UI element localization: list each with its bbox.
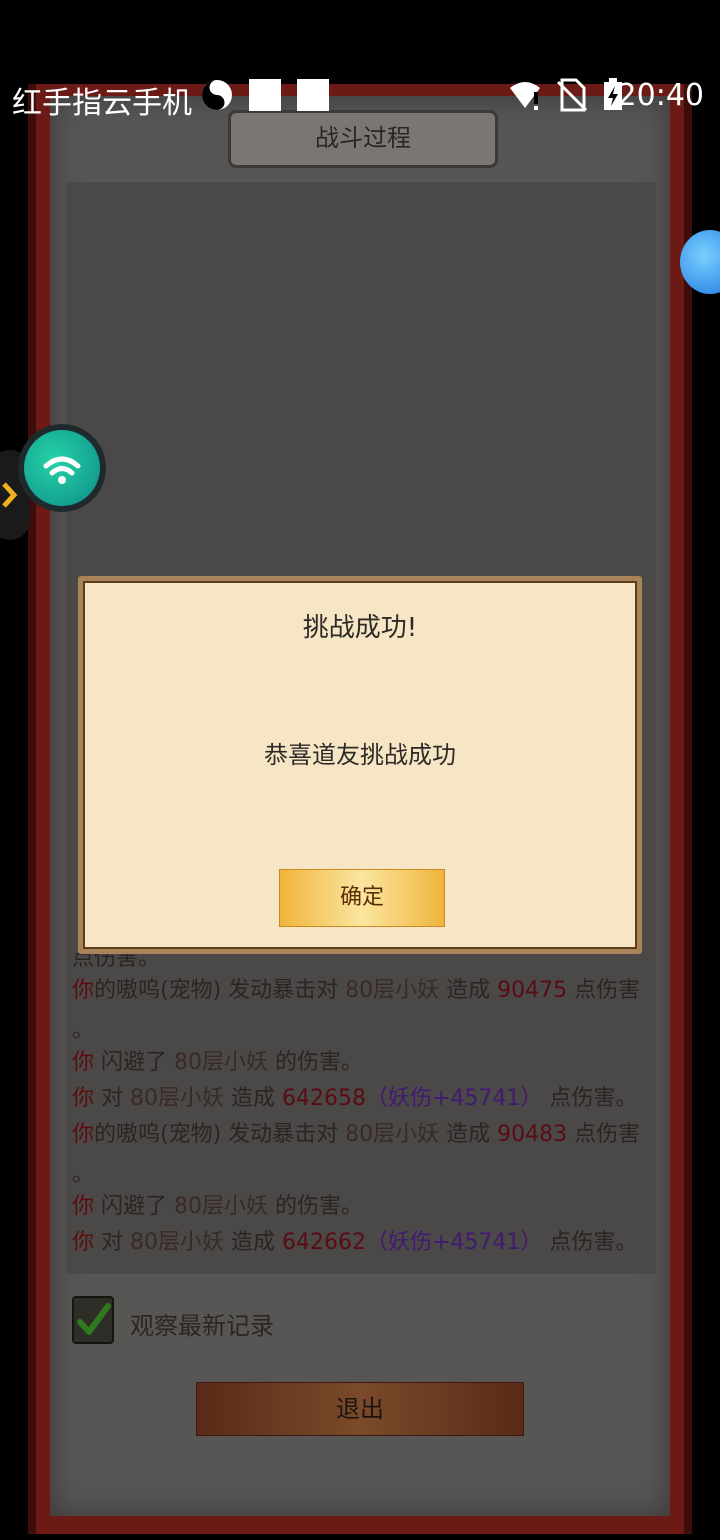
wifi-icon <box>43 456 81 484</box>
checkmark-icon <box>77 1303 111 1335</box>
dialog-title: 挑战成功! <box>302 613 418 643</box>
white-square-icon <box>249 79 281 111</box>
log-line-dot: 。 <box>72 1018 95 1043</box>
clock: 20:40 <box>617 78 704 113</box>
log-line: 你 闪避了 80层小妖 的伤害。 <box>72 1050 364 1075</box>
wifi-alert-icon <box>510 82 540 110</box>
confirm-button[interactable]: 确定 <box>279 869 445 927</box>
dialog-message: 恭喜道友挑战成功 <box>264 741 456 769</box>
watch-latest-checkbox[interactable] <box>72 1296 114 1344</box>
status-bar: 红手指云手机 20:40 <box>0 70 720 122</box>
success-dialog: 挑战成功! 恭喜道友挑战成功 确定 <box>78 576 642 954</box>
carrier-label: 红手指云手机 <box>12 86 192 121</box>
no-sim-icon <box>556 78 588 112</box>
yin-yang-icon <box>202 80 232 110</box>
log-line: 你 对 80层小妖 造成 642662（妖伤+45741） 点伤害。 <box>72 1230 638 1255</box>
floating-network-button[interactable] <box>18 424 106 512</box>
exit-button[interactable]: 退出 <box>196 1382 524 1436</box>
log-line: 你的嗷呜(宠物) 发动暴击对 80层小妖 造成 90483 点伤害 <box>72 1122 641 1147</box>
white-square-icon <box>297 79 329 111</box>
log-line: 你 对 80层小妖 造成 642658（妖伤+45741） 点伤害。 <box>72 1086 638 1111</box>
log-line-dot: 。 <box>72 1162 95 1187</box>
watch-latest-label: 观察最新记录 <box>130 1312 274 1340</box>
log-line: 你 闪避了 80层小妖 的伤害。 <box>72 1194 364 1219</box>
log-line: 你的嗷呜(宠物) 发动暴击对 80层小妖 造成 90475 点伤害 <box>72 978 641 1003</box>
